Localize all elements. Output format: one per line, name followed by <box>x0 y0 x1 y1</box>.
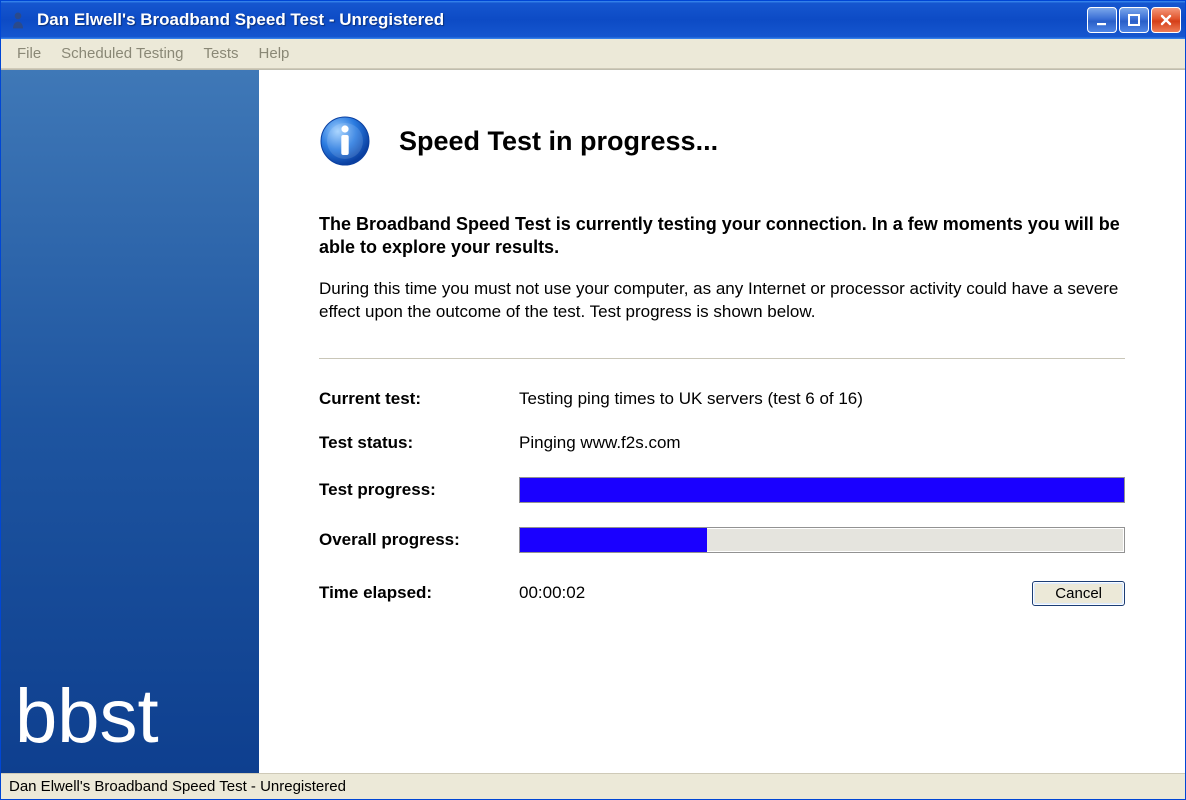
app-icon <box>7 9 29 31</box>
time-elapsed-label: Time elapsed: <box>319 583 519 603</box>
test-progress-label: Test progress: <box>319 480 519 500</box>
row-test-progress: Test progress: <box>319 477 1125 503</box>
test-progress-bar <box>519 477 1125 503</box>
current-test-label: Current test: <box>319 389 519 409</box>
intro-bold: The Broadband Speed Test is currently te… <box>319 213 1125 260</box>
time-elapsed-value: 00:00:02 <box>519 583 1032 603</box>
cancel-button[interactable]: Cancel <box>1032 581 1125 606</box>
close-button[interactable] <box>1151 7 1181 33</box>
test-status-value: Pinging www.f2s.com <box>519 433 1125 453</box>
client-area: bbst <box>1 69 1185 773</box>
row-time-elapsed: Time elapsed: 00:00:02 Cancel <box>319 581 1125 606</box>
divider <box>319 358 1125 359</box>
titlebar[interactable]: Dan Elwell's Broadband Speed Test - Unre… <box>1 1 1185 39</box>
info-icon <box>319 115 371 167</box>
maximize-button[interactable] <box>1119 7 1149 33</box>
menu-tests[interactable]: Tests <box>194 42 249 65</box>
test-progress-fill <box>520 478 1124 502</box>
menu-scheduled-testing[interactable]: Scheduled Testing <box>51 42 193 65</box>
minimize-button[interactable] <box>1087 7 1117 33</box>
current-test-value: Testing ping times to UK servers (test 6… <box>519 389 1125 409</box>
window-controls <box>1087 7 1181 33</box>
window-title: Dan Elwell's Broadband Speed Test - Unre… <box>37 10 1087 30</box>
row-test-status: Test status: Pinging www.f2s.com <box>319 433 1125 453</box>
main-panel: Speed Test in progress... The Broadband … <box>259 70 1185 773</box>
overall-progress-fill <box>520 528 707 552</box>
overall-progress-bar <box>519 527 1125 553</box>
test-status-label: Test status: <box>319 433 519 453</box>
heading-row: Speed Test in progress... <box>319 115 1125 167</box>
overall-progress-label: Overall progress: <box>319 530 519 550</box>
statusbar: Dan Elwell's Broadband Speed Test - Unre… <box>1 773 1185 799</box>
row-overall-progress: Overall progress: <box>319 527 1125 553</box>
app-window: Dan Elwell's Broadband Speed Test - Unre… <box>0 0 1186 800</box>
menu-file[interactable]: File <box>7 42 51 65</box>
menu-help[interactable]: Help <box>249 42 300 65</box>
row-current-test: Current test: Testing ping times to UK s… <box>319 389 1125 409</box>
statusbar-text: Dan Elwell's Broadband Speed Test - Unre… <box>9 778 346 795</box>
sidebar: bbst <box>1 70 259 773</box>
sidebar-brand: bbst <box>15 679 159 755</box>
page-heading: Speed Test in progress... <box>399 126 718 157</box>
intro-plain: During this time you must not use your c… <box>319 278 1125 324</box>
menubar: File Scheduled Testing Tests Help <box>1 39 1185 69</box>
